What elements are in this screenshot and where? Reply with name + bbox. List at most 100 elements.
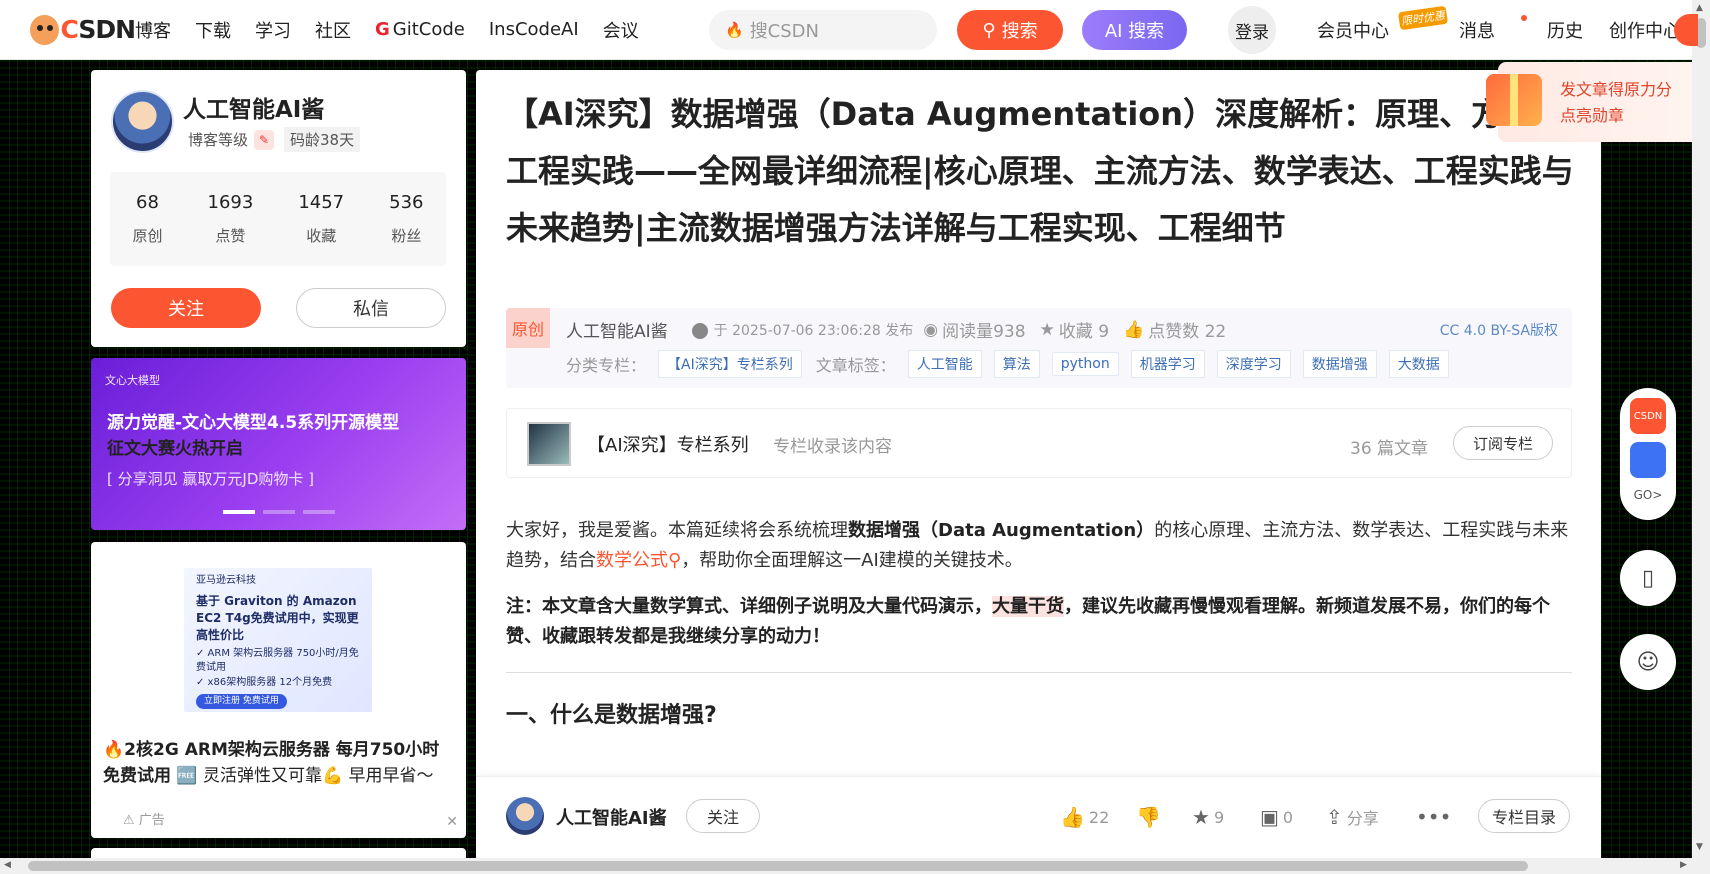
article-bottom-toolbar: 人工智能AI酱 关注 👍 22 👎 ★ 9 ▣ 0 ⇪ 分享 ••• 专栏目录 — [476, 776, 1601, 858]
logo-wordmark: CSDN — [60, 15, 136, 44]
comment-button[interactable]: ▣ 0 — [1260, 805, 1293, 829]
nav-item-download[interactable]: 下载 — [195, 17, 231, 43]
promo-banner[interactable]: 文心大模型 源力觉醒-文心大模型4.5系列开源模型 征文大赛火热开启 [ 分享洞… — [91, 358, 466, 530]
ad-card[interactable]: 亚马逊云科技 基于 Graviton 的 Amazon EC2 T4g免费试用中… — [91, 542, 466, 838]
ad-image[interactable]: 亚马逊云科技 基于 Graviton 的 Amazon EC2 T4g免费试用中… — [184, 568, 372, 712]
stat-favorites[interactable]: 1457 收藏 — [298, 192, 344, 246]
nav-item-inscode[interactable]: InsCodeAI — [489, 19, 579, 40]
csdn-logo[interactable]: CSDN — [30, 14, 136, 45]
nav-item-blog[interactable]: 博客 — [135, 17, 171, 43]
stat-value: 1457 — [298, 192, 345, 213]
gitcode-icon: G — [375, 19, 390, 40]
vip-center-link[interactable]: 会员中心 限时优惠 — [1317, 5, 1449, 43]
meta-favorites[interactable]: ★ 收藏 9 — [1040, 317, 1110, 343]
stat-label: 原创 — [132, 227, 163, 245]
date-text: 于 2025-07-06 23:06:28 发布 — [713, 322, 914, 339]
comment-icon: ▣ — [1260, 805, 1279, 829]
article-tag[interactable]: 大数据 — [1388, 350, 1449, 378]
search-button[interactable]: ⚲ 搜索 — [957, 10, 1063, 50]
reads-text: 阅读量938 — [942, 322, 1026, 342]
carousel-dot[interactable] — [223, 510, 255, 514]
text-span: 大家好，我是爱酱。本篇延续将会系统梳理 — [506, 520, 848, 541]
meta-author[interactable]: 人工智能AI酱 — [566, 317, 668, 342]
feedback-chat-icon[interactable]: ☺ — [1620, 634, 1676, 690]
dislike-button[interactable]: 👎 — [1136, 805, 1165, 829]
nav-item-meeting[interactable]: 会议 — [603, 17, 639, 43]
math-formula-link[interactable]: 数学公式⚲ — [596, 550, 681, 571]
follow-button[interactable]: 关注 — [111, 288, 261, 328]
stat-label: 点赞 — [215, 227, 246, 245]
login-button[interactable]: 登录 — [1228, 6, 1276, 54]
search-input[interactable]: 🔥 搜CSDN — [709, 10, 937, 50]
article-tag[interactable]: 机器学习 — [1130, 350, 1205, 378]
like-button[interactable]: 👍 22 — [1060, 805, 1109, 829]
favs-text: 收藏 9 — [1058, 322, 1110, 342]
nav-item-community[interactable]: 社区 — [315, 17, 351, 43]
share-icon: ⇪ — [1326, 805, 1343, 829]
go-link[interactable]: GO> — [1620, 488, 1676, 502]
article-meta: 原创 人工智能AI酱 于 2025-07-06 23:06:28 发布 ◉ 阅读量… — [506, 308, 1572, 388]
carousel-indicators — [223, 510, 343, 514]
user-nav: 会员中心 限时优惠 消息 历史 创作中心 — [1317, 0, 1707, 60]
scroll-left-icon[interactable]: ◀ — [4, 860, 11, 870]
column-title[interactable]: 【AI深究】专栏系列 — [587, 431, 749, 457]
creator-center-link[interactable]: 创作中心 — [1609, 17, 1681, 43]
code-age: 码龄38天 — [284, 127, 361, 152]
csdn-app-icon[interactable]: CSDN — [1630, 398, 1666, 434]
article-tag[interactable]: 人工智能 — [907, 350, 982, 378]
stat-original[interactable]: 68 原创 — [133, 192, 163, 246]
publish-button-edge[interactable] — [1674, 14, 1698, 46]
article-tag[interactable]: 深度学习 — [1216, 350, 1291, 378]
meta-likes[interactable]: 👍 点赞数 22 — [1123, 317, 1226, 343]
author-profile-card: 人工智能AI酱 博客等级 ✎ 码龄38天 68 原创 1693 点赞 1457 收藏 … — [91, 70, 466, 347]
vertical-scrollbar[interactable]: ▲ ▼ — [1692, 0, 1710, 858]
share-button[interactable]: ⇪ 分享 — [1326, 805, 1379, 829]
level-label: 博客等级 — [188, 131, 249, 149]
toolbar-author-avatar[interactable] — [506, 797, 544, 835]
rewards-line2: 点亮勋章 — [1560, 106, 1625, 125]
history-link[interactable]: 历史 — [1547, 17, 1583, 43]
gift-icon — [1486, 74, 1542, 126]
banner-headline: 源力觉醒-文心大模型4.5系列开源模型 — [107, 413, 400, 433]
favorite-button[interactable]: ★ 9 — [1192, 805, 1224, 829]
carousel-dot[interactable] — [303, 510, 335, 514]
assistant-icon[interactable] — [1630, 442, 1666, 478]
rewards-float[interactable]: 发文章得原力分 点亮勋章 — [1486, 62, 1692, 142]
close-ad-icon[interactable]: ✕ — [446, 814, 458, 830]
category-tag[interactable]: 【AI深究】专栏系列 — [658, 350, 802, 378]
mobile-icon[interactable]: ▯ — [1620, 550, 1676, 606]
toolbar-author-name[interactable]: 人工智能AI酱 — [556, 804, 667, 830]
ad-text[interactable]: 🔥2核2G ARM架构云服务器 每月750小时免费试用 🆓 灵活弹性又可靠💪 早… — [103, 738, 453, 789]
subscribe-column-button[interactable]: 订阅专栏 — [1453, 426, 1553, 460]
ai-search-button[interactable]: AI 搜索 — [1082, 10, 1187, 50]
link-text: 数学公式 — [596, 550, 668, 571]
stat-likes[interactable]: 1693 点赞 — [208, 192, 254, 246]
column-cover[interactable] — [527, 422, 571, 466]
license-link[interactable]: CC 4.0 BY-SA版权 — [1440, 320, 1558, 340]
more-button[interactable]: ••• — [1416, 805, 1455, 829]
search-icon: ⚲ — [668, 550, 682, 571]
column-toc-button[interactable]: 专栏目录 — [1478, 799, 1570, 833]
scroll-right-icon[interactable]: ▶ — [1680, 860, 1687, 870]
ad-image-title: 基于 Graviton 的 Amazon EC2 T4g免费试用中，实现更高性价… — [196, 593, 359, 643]
search-placeholder: 搜CSDN — [749, 21, 820, 42]
article-tag[interactable]: 数据增强 — [1302, 350, 1377, 378]
stat-fans[interactable]: 536 粉丝 — [389, 192, 423, 246]
toolbar-follow-button[interactable]: 关注 — [686, 799, 760, 833]
article-tag[interactable]: python — [1051, 352, 1119, 376]
messages-link[interactable]: 消息 — [1459, 15, 1527, 43]
nav-item-learn[interactable]: 学习 — [255, 17, 291, 43]
vip-label: 会员中心 — [1317, 21, 1389, 42]
ad-image-line: ✓ ARM 架构云服务器 750小时/月免费试用 — [196, 647, 359, 674]
horizontal-scroll-thumb[interactable] — [28, 861, 1528, 871]
horizontal-scrollbar[interactable]: ◀ ▶ — [0, 858, 1710, 874]
private-message-button[interactable]: 私信 — [296, 288, 446, 328]
nav-item-gitcode[interactable]: G GitCode — [375, 19, 465, 40]
scroll-down-icon[interactable]: ▼ — [1696, 842, 1703, 852]
author-avatar[interactable] — [111, 90, 174, 153]
carousel-dot[interactable] — [263, 510, 295, 514]
note-paragraph: 注：本文章含大量数学算式、详细例子说明及大量代码演示，大量干货，建议先收藏再慢慢… — [506, 592, 1572, 652]
author-name[interactable]: 人工智能AI酱 — [183, 90, 324, 124]
article-tag[interactable]: 算法 — [993, 350, 1040, 378]
gitcode-label: GitCode — [392, 19, 465, 40]
